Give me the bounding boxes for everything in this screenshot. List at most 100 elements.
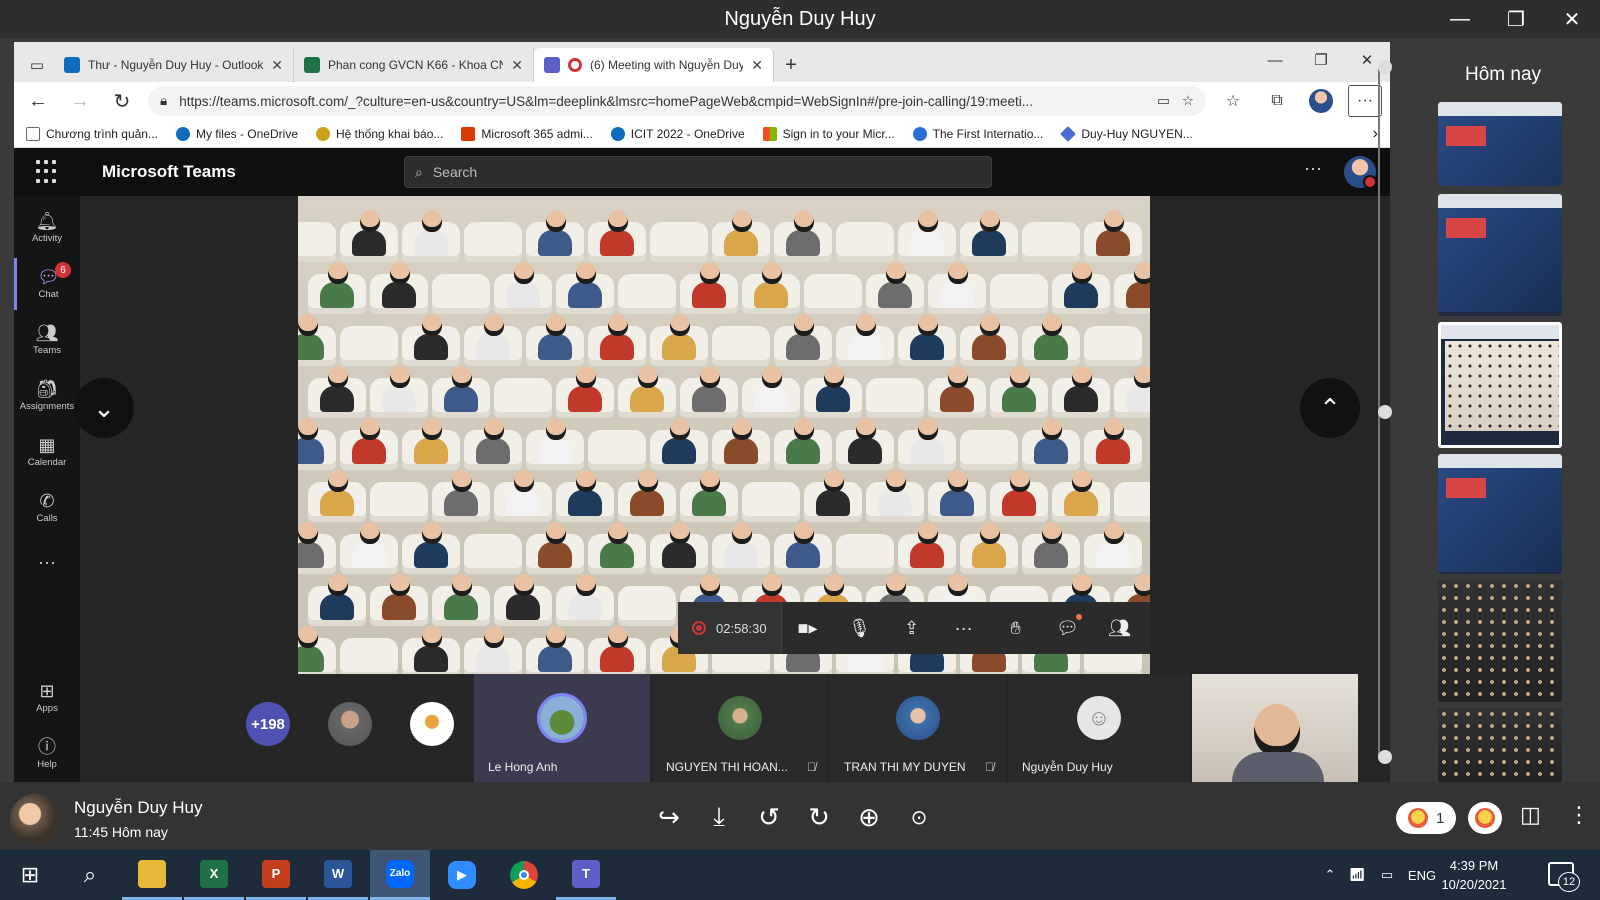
- image-thumbnail[interactable]: [1438, 708, 1562, 782]
- forward-button[interactable]: →: [64, 85, 96, 117]
- rail-item-calls[interactable]: ✆ Calls: [14, 482, 80, 534]
- tab-teams-meeting[interactable]: (6) Meeting with Nguyễn Duy Huy ✕: [534, 48, 774, 82]
- rail-item-calendar[interactable]: ▦ Calendar: [14, 426, 80, 478]
- tab-actions-icon[interactable]: ▭: [20, 48, 54, 82]
- browser-restore-button[interactable]: ❐: [1298, 42, 1344, 78]
- collections-icon[interactable]: ⧉: [1260, 85, 1294, 117]
- app-launcher-icon[interactable]: [36, 160, 60, 184]
- bookmark-item[interactable]: Sign in to your Micr...: [762, 126, 895, 141]
- participant-tile[interactable]: NGUYEN THI HOAN... 🎙̸: [652, 674, 828, 782]
- close-button[interactable]: ✕: [1544, 0, 1600, 38]
- battery-icon[interactable]: ▭: [1372, 867, 1402, 883]
- reload-button[interactable]: ↻: [106, 85, 138, 117]
- taskbar-app-explorer[interactable]: [122, 850, 182, 900]
- more-actions-button[interactable]: ···: [938, 602, 990, 654]
- participants-button[interactable]: 👥︎: [1094, 602, 1146, 654]
- more-options-icon[interactable]: ···: [1304, 158, 1322, 179]
- avatar[interactable]: [1344, 156, 1377, 189]
- favorites-icon[interactable]: ☆: [1216, 85, 1250, 117]
- timeline-start-dot[interactable]: [1378, 60, 1392, 74]
- more-participants-badge[interactable]: +198: [246, 702, 290, 746]
- close-tab-icon[interactable]: ✕: [511, 57, 523, 74]
- participant-avatar[interactable]: [410, 702, 454, 746]
- attendee: [1002, 470, 1036, 516]
- office-icon: [461, 126, 476, 141]
- rail-item-teams[interactable]: 👥︎ Teams: [14, 314, 80, 366]
- add-favorite-icon[interactable]: ☆: [1182, 93, 1194, 109]
- reaction-count-badge[interactable]: 1: [1396, 802, 1457, 834]
- image-thumbnail[interactable]: [1438, 454, 1562, 574]
- rail-item-apps[interactable]: ⊞ Apps: [14, 672, 80, 724]
- timeline-current-dot[interactable]: [1378, 405, 1392, 419]
- url-field[interactable]: 🔒︎ https://teams.microsoft.com/_?culture…: [148, 86, 1206, 116]
- participant-avatar[interactable]: [328, 702, 372, 746]
- forward-icon[interactable]: ↪: [652, 800, 686, 834]
- camera-icon[interactable]: ▭: [1157, 93, 1170, 109]
- tab-excel[interactable]: Phan cong GVCN K66 - Khoa CN ✕: [294, 48, 534, 82]
- rail-more-icon[interactable]: ···: [14, 536, 80, 588]
- profile-avatar[interactable]: [1304, 85, 1338, 117]
- new-tab-button[interactable]: +: [774, 48, 808, 82]
- bookmark-item[interactable]: My files - OneDrive: [175, 126, 298, 141]
- participant-tile[interactable]: ☺︎ Nguyễn Duy Huy: [1008, 674, 1190, 782]
- taskbar-app-excel[interactable]: X: [184, 850, 244, 900]
- image-thumbnail[interactable]: [1438, 194, 1562, 316]
- minimize-button[interactable]: —: [1432, 0, 1488, 38]
- taskbar-app-powerpoint[interactable]: P: [246, 850, 306, 900]
- participant-tile[interactable]: TRAN THI MY DUYEN 🎙̸: [830, 674, 1006, 782]
- taskbar-app-zalo[interactable]: Zalo: [370, 850, 430, 900]
- excel-icon: [304, 57, 320, 73]
- bookmark-item[interactable]: Hệ thống khai báo...: [316, 126, 443, 141]
- browser-minimize-button[interactable]: —: [1252, 42, 1298, 78]
- zoom-in-icon[interactable]: ⊕: [852, 800, 886, 834]
- mic-button[interactable]: 🎙︎: [834, 602, 886, 654]
- bookmark-item[interactable]: Microsoft 365 admi...: [461, 126, 593, 141]
- close-tab-icon[interactable]: ✕: [751, 57, 763, 74]
- bell-icon: 🔔︎: [35, 211, 59, 231]
- back-button[interactable]: ←: [22, 85, 54, 117]
- add-reaction-button[interactable]: [1468, 802, 1502, 834]
- chevron-up-icon[interactable]: ⌃: [1318, 867, 1342, 883]
- taskbar-app-chrome[interactable]: [494, 850, 554, 900]
- chrome-icon: [510, 861, 538, 889]
- bookmark-item[interactable]: ICIT 2022 - OneDrive: [610, 126, 745, 141]
- timeline-end-dot[interactable]: [1378, 750, 1392, 764]
- search-input[interactable]: ⌕ Search: [404, 156, 992, 188]
- share-button[interactable]: ⇪: [886, 602, 938, 654]
- rail-item-activity[interactable]: 🔔︎ Activity: [14, 202, 80, 254]
- network-icon[interactable]: 📶︎: [1342, 867, 1372, 883]
- close-tab-icon[interactable]: ✕: [271, 57, 283, 74]
- raise-hand-button[interactable]: ✋︎: [990, 602, 1042, 654]
- bookmark-item[interactable]: Duy-Huy NGUYEN...: [1060, 125, 1193, 142]
- bookmark-item[interactable]: The First Internatio...: [912, 126, 1043, 141]
- camera-button[interactable]: ■▸: [782, 602, 834, 654]
- attendee: [1126, 262, 1150, 308]
- settings-more-icon[interactable]: ···: [1348, 85, 1382, 117]
- attendee: [1064, 262, 1098, 308]
- taskbar-app-teams[interactable]: T: [556, 850, 616, 900]
- rail-item-assignments[interactable]: 🎒︎ Assignments: [14, 370, 80, 422]
- taskbar-clock[interactable]: 4:39 PM 10/20/2021: [1432, 856, 1516, 894]
- image-thumbnail-selected[interactable]: [1438, 322, 1562, 448]
- rotate-right-icon[interactable]: ↻: [802, 800, 836, 834]
- taskbar-app-word[interactable]: W: [308, 850, 368, 900]
- taskbar-app-zoom[interactable]: ▶: [432, 850, 492, 900]
- chat-button[interactable]: 💬︎: [1042, 602, 1094, 654]
- participant-tile[interactable]: Le Hong Anh: [474, 674, 650, 782]
- scroll-up-button[interactable]: ⌃: [1300, 378, 1360, 438]
- rail-item-chat[interactable]: 💬︎ Chat 6: [14, 258, 80, 310]
- rotate-left-icon[interactable]: ↺: [752, 800, 786, 834]
- start-button[interactable]: ⊞: [0, 850, 60, 900]
- scroll-down-button[interactable]: ⌄: [74, 378, 134, 438]
- search-button[interactable]: ⌕: [60, 850, 120, 900]
- rail-item-help[interactable]: ⓘ Help: [14, 728, 80, 780]
- layout-toggle-icon[interactable]: ◫: [1520, 802, 1541, 828]
- image-thumbnail[interactable]: [1438, 102, 1562, 186]
- image-thumbnail[interactable]: [1438, 580, 1562, 702]
- more-vertical-icon[interactable]: ⋮: [1568, 802, 1590, 828]
- download-icon[interactable]: ⤓: [702, 800, 736, 834]
- restore-button[interactable]: ❐: [1488, 0, 1544, 38]
- bookmark-item[interactable]: Chương trình quản...: [26, 126, 158, 141]
- tab-outlook[interactable]: Thư - Nguyễn Duy Huy - Outlook ✕: [54, 48, 294, 82]
- actual-size-icon[interactable]: ⊙: [902, 800, 936, 834]
